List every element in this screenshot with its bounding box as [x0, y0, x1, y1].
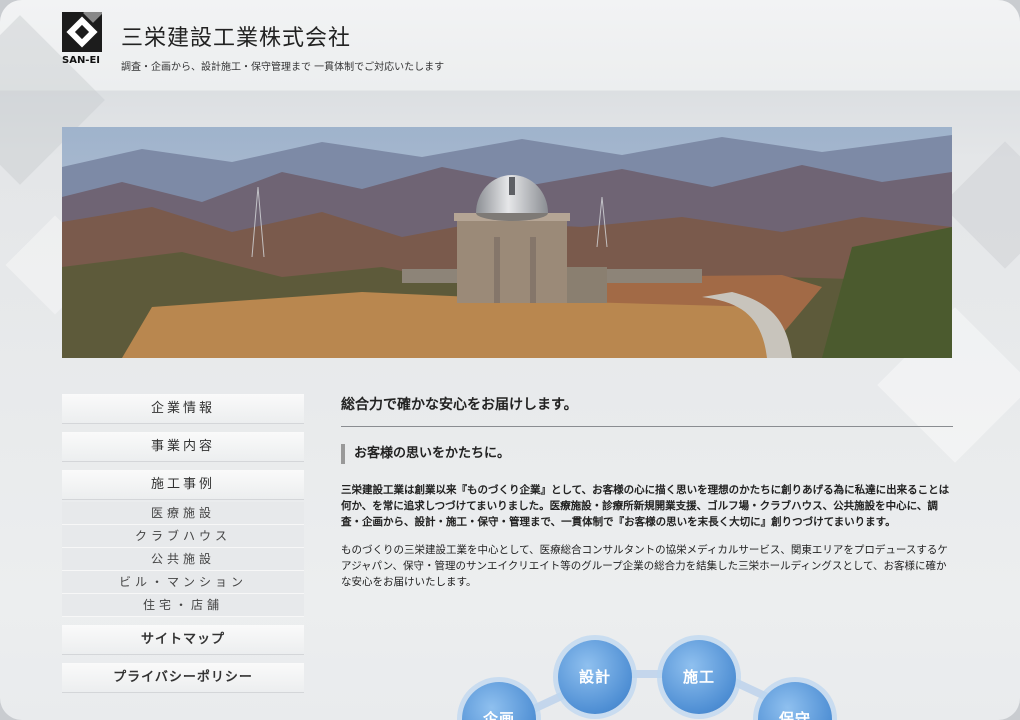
sidebar-subitem-clubhouse[interactable]: クラブハウス — [62, 525, 304, 548]
sidebar-sublist: 医療施設 クラブハウス 公共施設 ビル・マンション 住宅・店舗 — [62, 502, 304, 617]
sidebar-subitem-public[interactable]: 公共施設 — [62, 548, 304, 571]
logo-text: SAN-EI — [62, 55, 101, 66]
intro-paragraph: 三栄建設工業は創業以来『ものづくり企業』として、お客様の心に描く思いを理想のかた… — [341, 484, 950, 528]
process-step-maintenance[interactable]: 保守 — [758, 682, 832, 720]
sidebar-item-business[interactable]: 事業内容 — [62, 432, 304, 462]
group-paragraph: ものづくりの三栄建設工業を中心として、医療総合コンサルタントの協栄メディカルサー… — [341, 544, 948, 588]
process-step-design[interactable]: 設計 — [558, 640, 632, 714]
page: SAN-EI 三栄建設工業株式会社 調査・企画から、設計施工・保守管理まで 一貫… — [0, 0, 1020, 720]
hero-image — [62, 127, 952, 358]
main-content: 総合力で確かな安心をお届けします。 お客様の思いをかたちに。 三栄建設工業は創業… — [341, 394, 953, 590]
privacy-policy-link[interactable]: プライバシーポリシー — [62, 663, 304, 693]
sidebar-item-works[interactable]: 施工事例 — [62, 470, 304, 500]
background-decoration — [941, 141, 1020, 269]
process-step-planning[interactable]: 企画 — [462, 682, 536, 720]
process-step-construction[interactable]: 施工 — [662, 640, 736, 714]
company-name[interactable]: 三栄建設工業株式会社 — [121, 20, 351, 52]
page-lead: 総合力で確かな安心をお届けします。 — [341, 394, 953, 427]
sidebar-nav: 企業情報 事業内容 施工事例 医療施設 クラブハウス 公共施設 ビル・マンション… — [62, 394, 304, 701]
process-diagram: 企画 設計 施工 保守 — [440, 630, 860, 720]
observatory-landscape-image — [62, 127, 952, 358]
sidebar-subitem-building[interactable]: ビル・マンション — [62, 571, 304, 594]
sidebar-item-company-info[interactable]: 企業情報 — [62, 394, 304, 424]
sidebar-subitem-housing[interactable]: 住宅・店舗 — [62, 594, 304, 617]
site-header: SAN-EI 三栄建設工業株式会社 調査・企画から、設計施工・保守管理まで 一貫… — [0, 0, 1020, 90]
company-logo[interactable]: SAN-EI — [62, 12, 104, 66]
tagline: 調査・企画から、設計施工・保守管理まで 一貫体制でご対応いたします — [121, 62, 445, 73]
sidebar-subitem-medical[interactable]: 医療施設 — [62, 502, 304, 525]
sitemap-link[interactable]: サイトマップ — [62, 625, 304, 655]
section-heading: お客様の思いをかたちに。 — [341, 444, 953, 464]
logo-mark-icon — [62, 12, 102, 52]
